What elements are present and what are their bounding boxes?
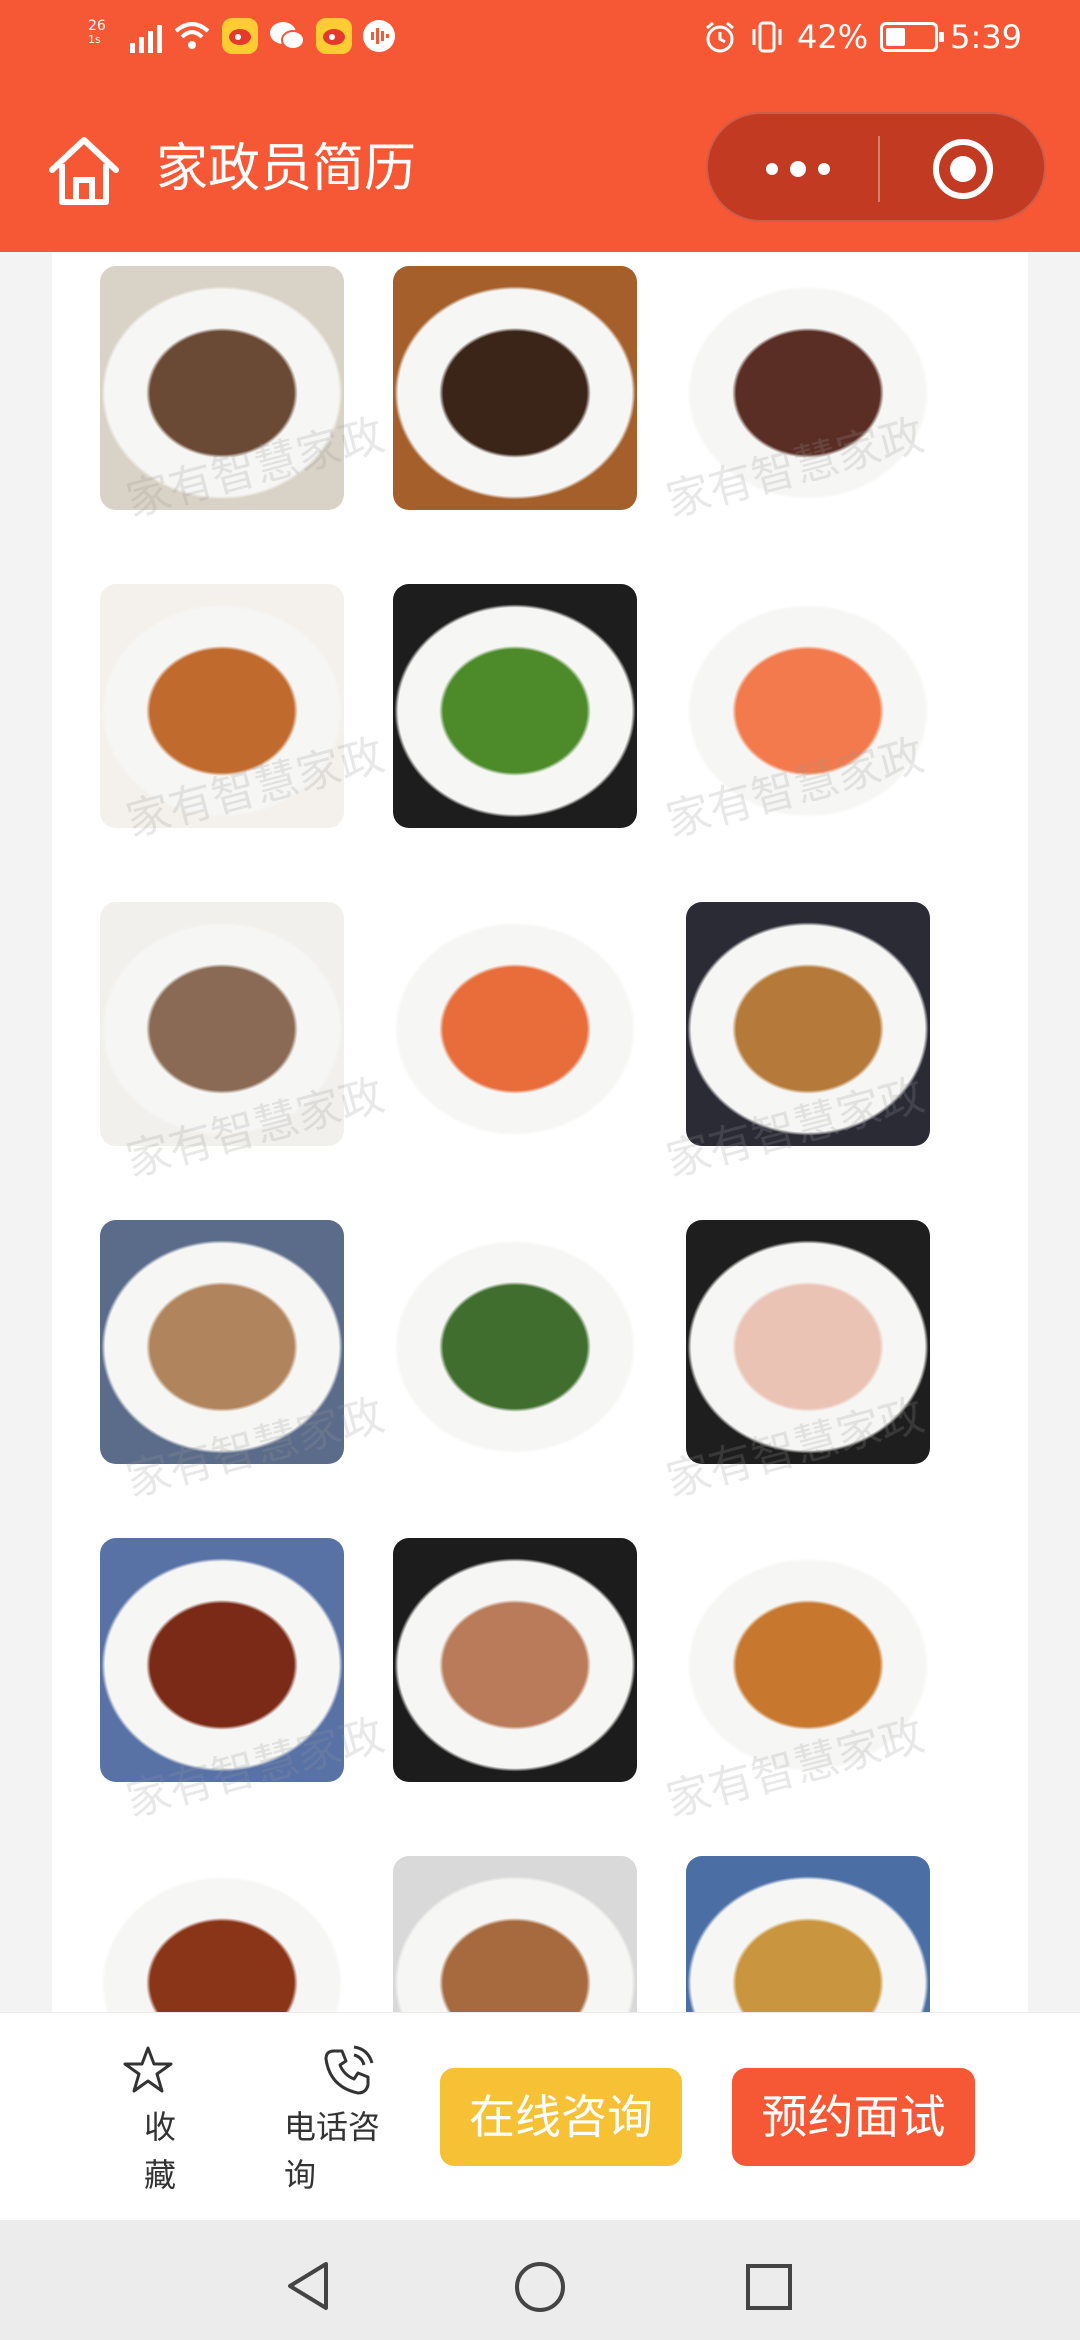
phone-icon <box>324 2045 374 2095</box>
phone-consult-label: 电话咨询 <box>284 2108 381 2194</box>
favorite-label: 收藏 <box>143 2108 176 2194</box>
status-bar: 26 1s 42% 5:39 <box>0 0 1080 82</box>
home-nav-icon[interactable] <box>513 2260 567 2314</box>
phone-consult-button[interactable]: 电话咨询 <box>284 2043 414 2199</box>
dish-photo-pig-ear-stir-fry[interactable] <box>393 1538 637 1782</box>
dish-photo-spicy-prawns[interactable] <box>393 902 637 1146</box>
wifi-icon <box>174 22 210 49</box>
back-icon[interactable] <box>284 2260 334 2312</box>
dish-photo-steamed-fish[interactable] <box>393 1220 637 1464</box>
network-type: 26 1s <box>88 19 114 53</box>
bottom-action-bar: 收藏 电话咨询 在线咨询 预约面试 <box>0 2012 1080 2221</box>
dish-photo-okra-platter[interactable] <box>393 584 637 828</box>
nav-bar: 家政员简历 <box>0 82 1080 252</box>
home-icon[interactable] <box>46 132 122 208</box>
resume-photo-gallery: 家有智慧家政 家有智慧家政 家有智慧家政 家有智慧家政 家有智慧家政 家有智慧家政 家有智慧… <box>52 252 1028 2012</box>
star-icon <box>123 2046 173 2093</box>
recents-icon[interactable] <box>744 2262 794 2312</box>
battery-fill <box>886 28 906 46</box>
alarm-icon <box>706 21 734 53</box>
clock-time: 5:39 <box>950 18 1022 56</box>
status-left-group: 26 1s <box>88 18 396 54</box>
dish-photo-sesame-chicken[interactable] <box>686 1856 930 2012</box>
network-sub-label: 1s <box>88 33 101 46</box>
audio-icon <box>363 20 395 52</box>
dish-photo-glazed-ribs[interactable] <box>100 1856 344 2012</box>
vibrate-icon <box>752 21 782 53</box>
more-icon[interactable] <box>758 154 838 184</box>
dish-photo-family-feast[interactable] <box>393 266 637 510</box>
page-title: 家政员简历 <box>156 139 417 199</box>
weibo-icon <box>316 18 352 54</box>
battery-percent: 42% <box>797 18 869 56</box>
weibo-icon <box>222 18 258 54</box>
online-consult-button[interactable]: 在线咨询 <box>440 2068 682 2166</box>
dish-photo-crispy-shrimp[interactable] <box>393 1856 637 2012</box>
system-navigation-bar <box>0 2220 1080 2340</box>
network-label: 26 <box>88 18 106 34</box>
mini-program-capsule <box>706 112 1046 222</box>
status-right-group: 42% 5:39 <box>703 18 1022 56</box>
favorite-button[interactable]: 收藏 <box>112 2043 222 2199</box>
battery-icon <box>880 22 945 52</box>
capsule-divider <box>878 136 880 202</box>
wechat-icon <box>270 22 305 50</box>
book-interview-button[interactable]: 预约面试 <box>732 2068 975 2166</box>
close-icon[interactable] <box>933 139 993 199</box>
signal-icon <box>130 19 162 53</box>
